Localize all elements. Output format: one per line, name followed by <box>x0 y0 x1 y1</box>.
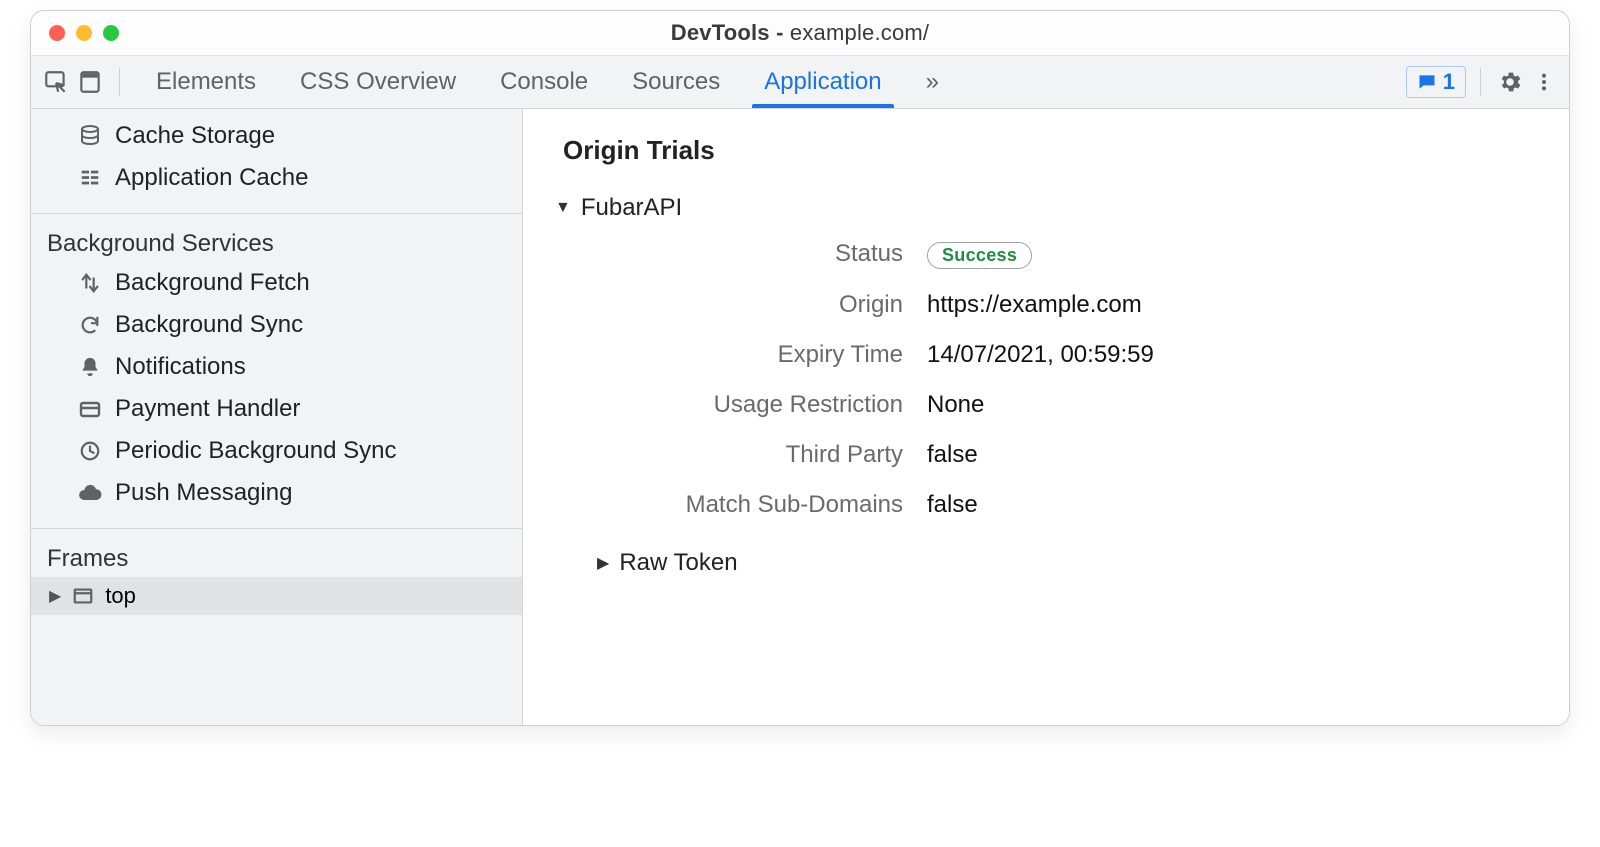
toolbar-separator <box>1480 68 1481 96</box>
match-subdomains-value: false <box>927 491 1541 519</box>
titlebar: DevTools - example.com/ <box>31 11 1569 55</box>
status-value: Success <box>927 240 1541 269</box>
database-icon <box>77 123 103 149</box>
expiry-value: 14/07/2021, 00:59:59 <box>927 341 1541 369</box>
window-title-suffix: example.com/ <box>790 20 929 45</box>
grid-icon <box>77 165 103 191</box>
frames-top-item[interactable]: ▶ top <box>31 577 522 615</box>
cache-section: Cache Storage Application Cache <box>31 109 522 214</box>
tab-sources[interactable]: Sources <box>610 56 742 108</box>
sidebar-item-application-cache[interactable]: Application Cache <box>31 157 522 199</box>
status-badge: Success <box>927 242 1032 269</box>
expand-icon: ▶ <box>597 553 609 573</box>
third-party-label: Third Party <box>583 441 903 469</box>
expiry-label: Expiry Time <box>583 341 903 369</box>
toolbar-separator <box>119 68 120 96</box>
frames-top-label: top <box>105 583 136 609</box>
zoom-window-button[interactable] <box>103 25 119 41</box>
message-icon <box>1417 72 1437 92</box>
status-label: Status <box>583 240 903 269</box>
raw-token-label: Raw Token <box>619 549 737 577</box>
expand-icon: ▶ <box>49 586 61 606</box>
transfer-icon <box>77 270 103 296</box>
main-toolbar: Elements CSS Overview Console Sources Ap… <box>31 55 1569 109</box>
devtools-window: DevTools - example.com/ Elements CSS Ove… <box>30 10 1570 726</box>
sidebar-item-label: Cache Storage <box>115 122 275 150</box>
minimize-window-button[interactable] <box>76 25 92 41</box>
issues-badge[interactable]: 1 <box>1406 66 1466 98</box>
clock-icon <box>77 438 103 464</box>
origin-trials-panel: Origin Trials ▼ FubarAPI Status Success … <box>523 109 1569 725</box>
sync-icon <box>77 312 103 338</box>
sidebar-item-label: Push Messaging <box>115 479 292 507</box>
panel-title: Origin Trials <box>563 135 1541 166</box>
close-window-button[interactable] <box>49 25 65 41</box>
more-options-button[interactable] <box>1529 67 1559 97</box>
sidebar-item-label: Notifications <box>115 353 246 381</box>
trial-name: FubarAPI <box>581 194 682 222</box>
background-services-section: Background Services Background Fetch Bac… <box>31 214 522 529</box>
more-tabs-button[interactable]: » <box>904 56 961 108</box>
gear-icon <box>1497 69 1523 95</box>
inspect-element-icon[interactable] <box>41 67 71 97</box>
sidebar-item-label: Background Sync <box>115 311 303 339</box>
trial-details: Status Success Origin https://example.co… <box>563 240 1541 519</box>
tab-console[interactable]: Console <box>478 56 610 108</box>
section-title: Frames <box>31 535 522 577</box>
tab-application[interactable]: Application <box>742 56 903 108</box>
sidebar-item-push-messaging[interactable]: Push Messaging <box>31 472 522 514</box>
sidebar-item-label: Periodic Background Sync <box>115 437 396 465</box>
settings-button[interactable] <box>1495 67 1525 97</box>
window-controls <box>31 25 119 41</box>
trial-row[interactable]: ▼ FubarAPI <box>555 194 1541 222</box>
device-toolbar-icon[interactable] <box>75 67 105 97</box>
match-subdomains-label: Match Sub-Domains <box>583 491 903 519</box>
collapse-icon: ▼ <box>555 199 571 217</box>
sidebar-item-label: Application Cache <box>115 164 308 192</box>
origin-label: Origin <box>583 291 903 319</box>
window-icon <box>71 584 95 608</box>
sidebar-item-payment-handler[interactable]: Payment Handler <box>31 388 522 430</box>
credit-card-icon <box>77 396 103 422</box>
third-party-value: false <box>927 441 1541 469</box>
application-sidebar: Cache Storage Application Cache Backgrou… <box>31 109 523 725</box>
usage-value: None <box>927 391 1541 419</box>
content-area: Cache Storage Application Cache Backgrou… <box>31 109 1569 725</box>
window-title-prefix: DevTools <box>671 20 770 45</box>
sidebar-item-notifications[interactable]: Notifications <box>31 346 522 388</box>
tab-elements[interactable]: Elements <box>134 56 278 108</box>
window-title: DevTools - example.com/ <box>31 20 1569 46</box>
sidebar-item-cache-storage[interactable]: Cache Storage <box>31 115 522 157</box>
sidebar-item-background-sync[interactable]: Background Sync <box>31 304 522 346</box>
raw-token-row[interactable]: ▶ Raw Token <box>597 549 1541 577</box>
sidebar-item-periodic-bg-sync[interactable]: Periodic Background Sync <box>31 430 522 472</box>
origin-value: https://example.com <box>927 291 1541 319</box>
panel-tabs: Elements CSS Overview Console Sources Ap… <box>134 56 961 108</box>
sidebar-item-background-fetch[interactable]: Background Fetch <box>31 262 522 304</box>
frames-section: Frames ▶ top <box>31 529 522 615</box>
issues-count: 1 <box>1443 69 1455 95</box>
section-title: Background Services <box>31 220 522 262</box>
usage-label: Usage Restriction <box>583 391 903 419</box>
tab-css-overview[interactable]: CSS Overview <box>278 56 478 108</box>
sidebar-item-label: Payment Handler <box>115 395 300 423</box>
bell-icon <box>77 354 103 380</box>
kebab-icon <box>1533 71 1555 93</box>
cloud-icon <box>77 480 103 506</box>
sidebar-item-label: Background Fetch <box>115 269 310 297</box>
